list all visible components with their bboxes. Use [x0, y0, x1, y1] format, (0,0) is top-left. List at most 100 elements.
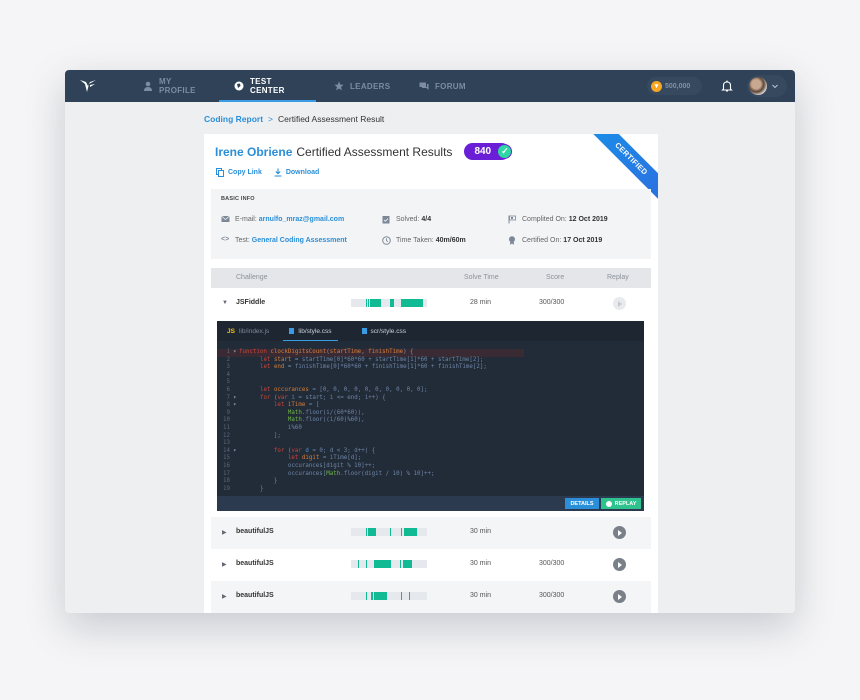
- timeline-segment: [374, 592, 387, 600]
- tab-lib-style-css[interactable]: lib/style.css: [279, 321, 341, 341]
- breadcrumb-current: Certified Assessment Result: [278, 114, 385, 124]
- info-certified: Certified On: 17 Oct 2019: [508, 236, 602, 245]
- tab-label: lib/index.js: [238, 327, 270, 335]
- check-icon: ✓: [497, 144, 513, 159]
- score-value: 840: [474, 146, 492, 157]
- table-row[interactable]: ▶ beautifulJS 30 min 300/300: [211, 549, 651, 581]
- nav-label: MY PROFILE: [159, 77, 196, 95]
- title-text: Certified Assessment Results: [296, 144, 453, 159]
- details-button[interactable]: DETAILS: [565, 498, 599, 509]
- timeline-segment: [368, 528, 376, 536]
- copy-link-button[interactable]: Copy Link: [216, 168, 262, 177]
- timeline-segment: [401, 528, 402, 536]
- nav-label: LEADERS: [350, 81, 391, 91]
- css-file-icon: [361, 328, 367, 334]
- logo-icon[interactable]: [68, 70, 108, 102]
- expand-icon[interactable]: ▶: [222, 561, 227, 568]
- avatar: [749, 77, 767, 95]
- certified-value: 17 Oct 2019: [563, 237, 603, 244]
- play-icon: [618, 593, 622, 600]
- tab-label: lib/style.css: [298, 327, 332, 335]
- page-title: Irene Obriene Certified Assessment Resul…: [215, 143, 513, 160]
- nav-label: TEST CENTER: [250, 77, 285, 95]
- timeline-segment: [403, 560, 412, 568]
- mail-icon: [221, 215, 230, 224]
- activity-timeline: [351, 528, 427, 536]
- breadcrumb-separator: >: [268, 114, 273, 124]
- tab-scr-style-css[interactable]: scr/style.css: [352, 321, 416, 341]
- bell-icon[interactable]: [720, 79, 734, 93]
- replay-button[interactable]: [613, 297, 626, 310]
- basic-info-title: BASIC INFO: [221, 196, 255, 202]
- collapse-icon[interactable]: ▼: [222, 300, 228, 306]
- nav-my-profile[interactable]: MY PROFILE: [128, 70, 208, 102]
- tab-lib-index-js[interactable]: JS lib/index.js: [217, 321, 279, 341]
- score-badge: 840 ✓: [464, 143, 513, 160]
- info-time: Time Taken: 40m/60m: [382, 236, 466, 245]
- play-icon: [618, 561, 622, 568]
- user-menu[interactable]: [747, 75, 787, 97]
- table-row[interactable]: ▶ beautifulJS 30 min: [211, 517, 651, 549]
- nav-test-center[interactable]: TEST CENTER: [219, 70, 316, 102]
- copy-icon: [216, 168, 224, 177]
- nav-leaders[interactable]: LEADERS: [319, 70, 404, 102]
- code-content[interactable]: 1 ▾ function clockDigitsCount(startTime, f…: [217, 349, 644, 493]
- replay-code-button[interactable]: REPLAY: [601, 498, 641, 509]
- table-header: Challenge Solve Time Score Replay: [211, 268, 651, 288]
- candidate-name[interactable]: Irene Obriene: [215, 145, 292, 159]
- coin-icon: ▾: [651, 80, 662, 92]
- nav-forum[interactable]: FORUM: [404, 70, 481, 102]
- test-value[interactable]: General Coding Assessment: [252, 237, 347, 244]
- table-row[interactable]: ▼ JSFiddle 28 min 300/300: [211, 288, 651, 320]
- column-challenge: Challenge: [236, 274, 268, 281]
- test-label: Test:: [235, 237, 250, 244]
- table-row[interactable]: ▶ beautifulJS 30 min 300/300: [211, 581, 651, 613]
- tab-label: scr/style.css: [370, 327, 406, 335]
- globe-icon: [234, 81, 244, 91]
- breadcrumb: Coding Report > Certified Assessment Res…: [204, 114, 384, 124]
- timeline-segment: [390, 528, 391, 536]
- play-icon: [618, 300, 622, 307]
- expand-icon[interactable]: ▶: [222, 529, 227, 536]
- solve-time: 30 min: [470, 528, 492, 535]
- replay-button[interactable]: [613, 558, 626, 571]
- editor-footer: DETAILS REPLAY: [217, 496, 644, 511]
- score: 300/300: [539, 592, 565, 599]
- challenge-name: JSFiddle: [236, 299, 266, 306]
- timeline-segment: [370, 299, 381, 307]
- completed-label: Complited On:: [522, 216, 567, 223]
- download-label: Download: [285, 169, 320, 176]
- solve-time: 30 min: [470, 560, 492, 567]
- copy-link-label: Copy Link: [228, 169, 262, 176]
- expand-icon[interactable]: ▶: [222, 593, 227, 600]
- info-email: E-mail: arnulfo_mraz@gmail.com: [221, 215, 344, 224]
- solve-time: 30 min: [470, 592, 492, 599]
- report-actions: Copy Link Download: [216, 168, 319, 177]
- code-editor: JS lib/index.js lib/style.css scr/style.…: [217, 321, 644, 511]
- solved-value: 4/4: [421, 216, 432, 223]
- timeline-segment: [366, 528, 367, 536]
- replay-button[interactable]: [613, 590, 626, 603]
- activity-timeline: [351, 299, 427, 307]
- score: 300/300: [539, 560, 565, 567]
- column-replay: Replay: [607, 274, 629, 281]
- flag-icon: [508, 215, 517, 224]
- replay-button[interactable]: [613, 526, 626, 539]
- timeline-segment: [366, 299, 367, 307]
- coin-balance[interactable]: ▾ 500,000: [647, 77, 702, 95]
- timeline-segment: [400, 560, 401, 568]
- play-icon: [605, 500, 612, 507]
- breadcrumb-coding-report[interactable]: Coding Report: [204, 114, 263, 124]
- email-value[interactable]: arnulfo_mraz@gmail.com: [259, 216, 344, 223]
- challenge-name: beautifulJS: [236, 528, 274, 535]
- info-solved: Solved: 4/4: [382, 215, 431, 224]
- completed-value: 12 Oct 2019: [568, 216, 608, 223]
- clipboard-icon: [382, 215, 391, 224]
- column-solve-time: Solve Time: [464, 274, 499, 281]
- download-button[interactable]: Download: [274, 168, 319, 177]
- column-score: Score: [546, 274, 565, 281]
- timeline-segment: [366, 560, 367, 568]
- solve-time: 28 min: [470, 299, 492, 306]
- basic-info-panel: BASIC INFO E-mail: arnulfo_mraz@gmail.co…: [211, 189, 651, 259]
- code-icon: <>: [221, 236, 230, 243]
